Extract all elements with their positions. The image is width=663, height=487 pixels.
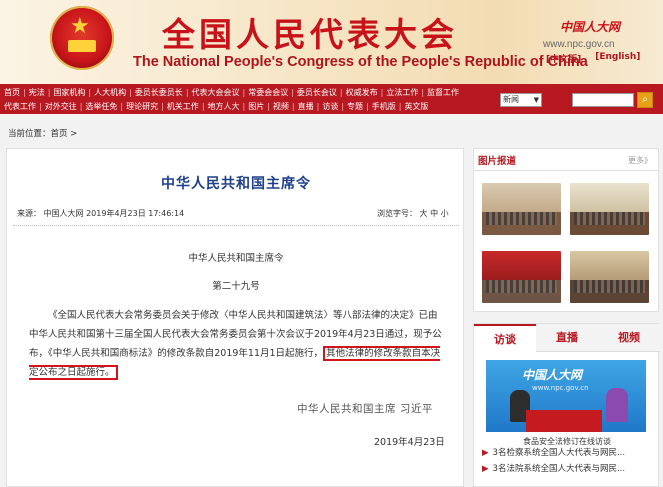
search-input[interactable] — [572, 93, 634, 107]
nav-item[interactable]: 机关工作 — [167, 101, 199, 113]
site-header: ★ 全国人民代表大会 The National People's Congres… — [0, 0, 663, 84]
tab-live[interactable]: 直播 — [536, 324, 598, 352]
tab-video[interactable]: 视频 — [598, 324, 660, 352]
article-body: 《全国人民代表大会常务委员会关于修改〈中华人民共和国建筑法〉等八部法律的决定》已… — [29, 306, 443, 382]
nav-item[interactable]: 代表工作 — [4, 101, 36, 113]
nav-item[interactable]: 首页 — [4, 87, 20, 99]
nav-item[interactable]: 委员长委员长 — [135, 87, 183, 99]
main-nav: 首页 | 宪法 | 国家机构 | 人大机构 | 委员长委员长 | 代表大会会议 | 常委会会… — [0, 84, 663, 114]
video-thumbnail[interactable]: 中国人大网 www.npc.gov.cn — [486, 360, 646, 432]
nav-item[interactable]: 英文版 — [404, 101, 428, 113]
chevron-down-icon: ▼ — [533, 96, 539, 104]
media-tabs-panel: 访谈 直播 视频 中国人大网 www.npc.gov.cn 食品安全法修订在线访… — [473, 323, 660, 487]
nav-item[interactable]: 常委会会议 — [248, 87, 288, 99]
brand-url: www.npc.gov.cn — [543, 39, 615, 50]
video-title: 中国人大网 — [522, 368, 583, 382]
nav-item[interactable]: 访谈 — [322, 101, 338, 113]
photo-report-panel: 图片报道 更多》 — [473, 148, 659, 312]
tab-interview[interactable]: 访谈 — [474, 324, 536, 352]
article-source: 来源： 中国人大网 2019年4月23日 17:46:14 — [17, 209, 185, 218]
article-date: 2019年4月23日 — [374, 437, 445, 448]
nav-item[interactable]: 代表大会会议 — [192, 87, 240, 99]
nav-item[interactable]: 人大机构 — [94, 87, 126, 99]
lang-en-link[interactable]: [English] — [595, 52, 640, 65]
photo-thumbnail[interactable] — [570, 183, 649, 235]
nav-item[interactable]: 立法工作 — [386, 87, 418, 99]
more-link[interactable]: 更多》 — [628, 155, 652, 166]
nav-item[interactable]: 宪法 — [29, 87, 45, 99]
search-category-value: 新闻 — [503, 95, 519, 104]
nav-item[interactable]: 权威发布 — [346, 87, 378, 99]
news-link[interactable]: 3名检察系统全国人大代表与网民... — [493, 448, 626, 458]
bullet-icon: ▶ — [482, 448, 489, 458]
nav-item[interactable]: 对外交往 — [45, 101, 77, 113]
nav-row-1: 首页 | 宪法 | 国家机构 | 人大机构 | 委员长委员长 | 代表大会会议 | 常委会会… — [4, 87, 460, 99]
news-link[interactable]: 3名法院系统全国人大代表与网民... — [493, 464, 626, 474]
nav-item[interactable]: 视频 — [273, 101, 289, 113]
language-links: [中文版] [English] — [546, 52, 640, 65]
nav-item[interactable]: 手机版 — [372, 101, 396, 113]
video-url: www.npc.gov.cn — [532, 384, 589, 392]
divider — [13, 225, 459, 226]
nav-item[interactable]: 选举任免 — [85, 101, 117, 113]
nav-item[interactable]: 监督工作 — [427, 87, 459, 99]
search-icon[interactable]: ⌕ — [637, 92, 653, 108]
photo-thumbnail[interactable] — [482, 183, 561, 235]
list-item[interactable]: ▶ 3名法院系统全国人大代表与网民... — [482, 462, 656, 474]
breadcrumb: 当前位置：首页 > — [8, 129, 78, 139]
nav-item[interactable]: 直播 — [298, 101, 314, 113]
nav-item[interactable]: 理论研究 — [126, 101, 158, 113]
page-title: 中华人民共和国主席令 — [161, 176, 311, 192]
photo-thumbnail[interactable] — [482, 251, 561, 303]
nav-row-2: 代表工作 | 对外交往 | 选举任免 | 理论研究 | 机关工作 | 地方人大 | 图片 | … — [4, 101, 429, 113]
national-emblem-icon[interactable]: ★ — [50, 6, 114, 70]
brand-logo[interactable]: 中国人大网 — [560, 18, 620, 35]
article-heading: 中华人民共和国主席令 — [188, 253, 284, 264]
site-title-en: The National People's Congress of the Pe… — [133, 54, 588, 70]
signature: 中华人民共和国主席 习近平 — [297, 403, 433, 415]
photo-report-header: 图片报道 更多》 — [474, 149, 658, 171]
photo-thumbnail[interactable] — [570, 251, 649, 303]
article-panel: 中华人民共和国主席令 来源： 中国人大网 2019年4月23日 17:46:14… — [6, 148, 464, 487]
font-size-controls[interactable]: 浏览字号： 大 中 小 — [377, 208, 449, 219]
nav-item[interactable]: 国家机构 — [53, 87, 85, 99]
search-category-select[interactable]: 新闻 ▼ — [500, 93, 542, 107]
nav-item[interactable]: 图片 — [248, 101, 264, 113]
lang-cn-link[interactable]: [中文版] — [546, 52, 581, 65]
nav-item[interactable]: 地方人大 — [208, 101, 240, 113]
site-title-cn[interactable]: 全国人民代表大会 — [162, 8, 458, 56]
nav-item[interactable]: 专题 — [347, 101, 363, 113]
nav-item[interactable]: 委员长会议 — [297, 87, 337, 99]
list-item[interactable]: ▶ 3名检察系统全国人大代表与网民... — [482, 446, 656, 458]
photo-report-title: 图片报道 — [478, 156, 517, 167]
decree-number: 第二十九号 — [212, 281, 260, 292]
bullet-icon: ▶ — [482, 464, 489, 474]
